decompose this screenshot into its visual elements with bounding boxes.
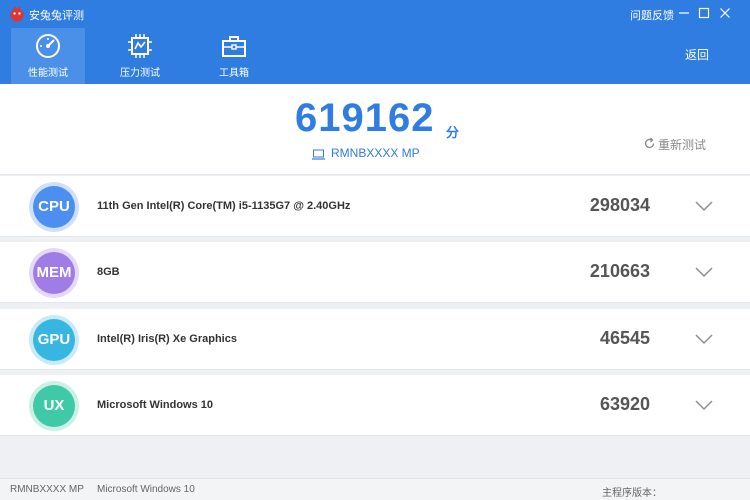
- tab-toolbox-label: 工具箱: [219, 68, 249, 79]
- row-description: 8GB: [97, 266, 120, 278]
- chevron-down-icon[interactable]: [694, 333, 714, 345]
- chevron-down-icon[interactable]: [694, 266, 714, 278]
- retest-label: 重新测试: [658, 138, 707, 152]
- total-score: 619162: [295, 96, 435, 140]
- row-score: 210663: [589, 261, 650, 281]
- app-header: 安兔兔评测 问题反馈 性能测试 压力测试 工具箱 返回: [0, 0, 750, 84]
- result-row-gpu[interactable]: GPU Intel(R) Iris(R) Xe Graphics 46545: [0, 309, 750, 370]
- antutu-logo-icon: [10, 7, 24, 22]
- status-os: Microsoft Windows 10: [97, 484, 195, 495]
- row-description: Microsoft Windows 10: [97, 399, 214, 411]
- badge-ring: GPU: [29, 315, 79, 365]
- total-score-panel: 619162 分 RMNBXXXX MP 重新测试: [0, 84, 750, 175]
- toolbox-icon: [222, 36, 246, 57]
- device-name: RMNBXXXX MP: [331, 146, 420, 160]
- status-version-label: 主程序版本：: [602, 488, 662, 499]
- result-row-ux[interactable]: UX Microsoft Windows 10 63920: [0, 375, 750, 436]
- close-icon[interactable]: [718, 6, 732, 20]
- row-score: 46545: [599, 328, 650, 348]
- badge-ring: UX: [29, 381, 79, 431]
- badge-cpu: CPU: [33, 186, 75, 228]
- tab-stress-label: 压力测试: [120, 68, 160, 79]
- minimize-icon[interactable]: [677, 6, 691, 20]
- laptop-icon: [312, 149, 325, 160]
- tab-stress-test[interactable]: 压力测试: [103, 28, 177, 84]
- row-description: 11th Gen Intel(R) Core(TM) i5-1135G7 @ 2…: [97, 200, 351, 212]
- feedback-link[interactable]: 问题反馈: [630, 7, 674, 23]
- row-score: 63920: [599, 394, 650, 414]
- row-score: 298034: [589, 195, 650, 215]
- score-unit: 分: [446, 125, 460, 140]
- row-description: Intel(R) Iris(R) Xe Graphics: [97, 333, 237, 345]
- app-title: 安兔兔评测: [29, 10, 84, 22]
- back-button[interactable]: 返回: [685, 46, 709, 63]
- badge-gpu: GPU: [33, 319, 75, 361]
- maximize-icon[interactable]: [697, 6, 711, 20]
- tab-performance-test[interactable]: 性能测试: [11, 28, 85, 84]
- badge-ring: MEM: [29, 248, 79, 298]
- result-row-cpu[interactable]: CPU 11th Gen Intel(R) Core(TM) i5-1135G7…: [0, 176, 750, 237]
- refresh-icon: [644, 137, 655, 149]
- status-device: RMNBXXXX MP: [10, 484, 84, 495]
- badge-ux: UX: [33, 385, 75, 427]
- result-row-mem[interactable]: MEM 8GB 210663: [0, 242, 750, 303]
- status-bar: RMNBXXXX MP Microsoft Windows 10 主程序版本：: [0, 478, 750, 500]
- tab-performance-label: 性能测试: [28, 68, 68, 79]
- badge-ring: CPU: [29, 182, 79, 232]
- chip-icon: [128, 34, 152, 58]
- chevron-down-icon[interactable]: [694, 399, 714, 411]
- badge-mem: MEM: [33, 252, 75, 294]
- tab-toolbox[interactable]: 工具箱: [197, 28, 271, 84]
- title-bar: 安兔兔评测 问题反馈: [0, 0, 750, 28]
- speedometer-icon: [36, 34, 60, 58]
- chevron-down-icon[interactable]: [694, 200, 714, 212]
